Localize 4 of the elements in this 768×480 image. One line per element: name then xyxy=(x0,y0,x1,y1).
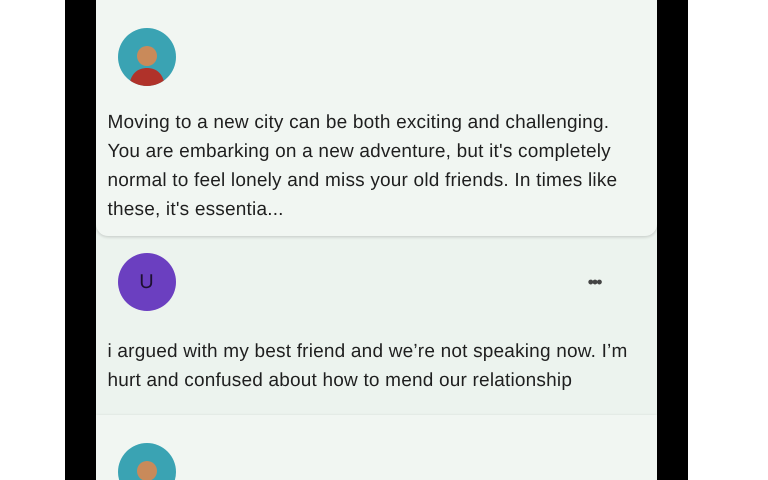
user-avatar: U xyxy=(118,253,176,311)
more-button[interactable]: ••• xyxy=(588,273,600,291)
message-text: i argued with my best friend and we’re not speaking now. I’m hurt and confused about how to mend our relationship xyxy=(108,340,628,393)
message-text: Moving to a new city can be both exciting and challenging. You are embarking on a new adventure, but it's completely normal to feel lonely and miss your old friends. In times like these, it's essentia... xyxy=(108,111,618,222)
